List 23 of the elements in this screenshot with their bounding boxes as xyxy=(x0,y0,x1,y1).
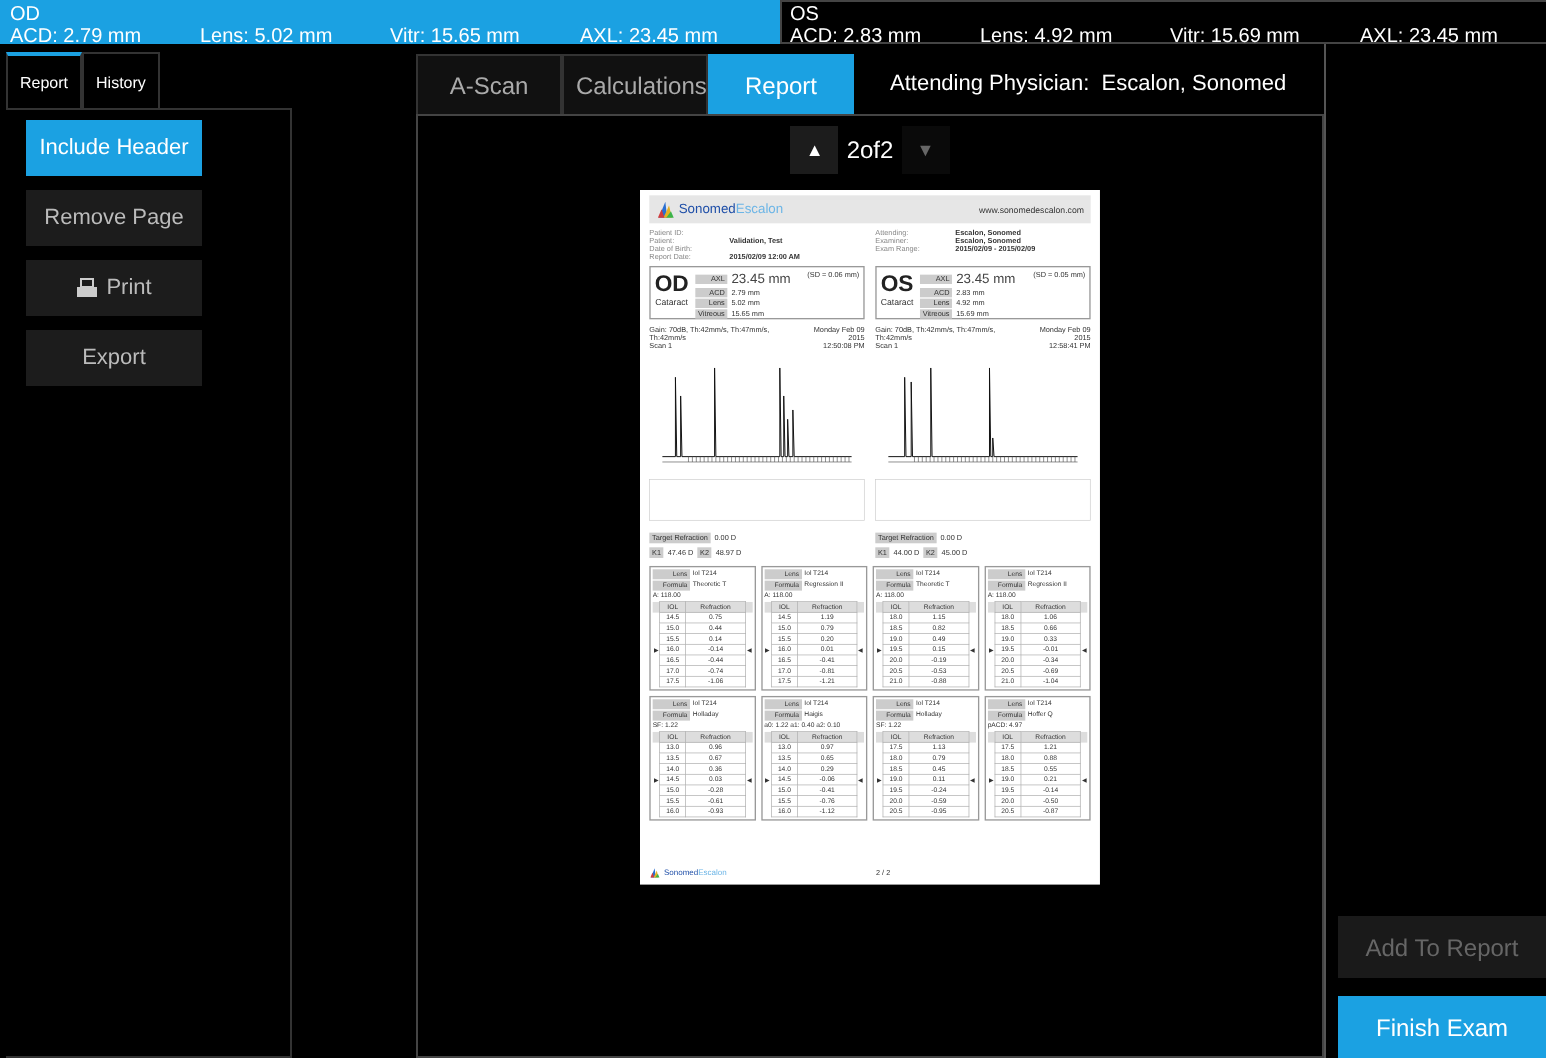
view-tab[interactable]: A-Scan xyxy=(416,54,562,114)
measure-value: AXL: 23.45 mm xyxy=(1360,26,1500,48)
measure-value: ACD: 2.83 mm xyxy=(790,26,924,48)
side-button[interactable]: Print xyxy=(26,260,202,316)
measure-value: Lens: 5.02 mm xyxy=(200,26,335,48)
eye-label: OD xyxy=(654,271,689,298)
side-button[interactable]: Export xyxy=(26,330,202,386)
eye-label: OS xyxy=(790,4,821,26)
side-tab[interactable]: Report xyxy=(6,52,83,108)
page-indicator: 2of2 xyxy=(846,136,894,164)
side-button[interactable]: Remove Page xyxy=(26,190,202,246)
attending-physician: Attending Physician: Escalon, Sonomed xyxy=(890,72,1287,96)
previous-page-button[interactable]: ▲ xyxy=(790,126,839,174)
eye-label: OD xyxy=(10,4,42,26)
measure-value: Vitr: 15.65 mm xyxy=(390,26,522,48)
measure-value: Vitr: 15.69 mm xyxy=(1170,26,1302,48)
measure-value: AXL: 23.45 mm xyxy=(580,26,720,48)
measure-value: ACD: 2.79 mm xyxy=(10,26,144,48)
view-tab[interactable]: Calculations xyxy=(562,54,708,114)
eye-measure-bar[interactable]: OS ACD: 2.83 mm Lens: 4.92 mm Vitr: 15.69 mm AXL: 23.45 mm xyxy=(780,0,1546,44)
side-tab[interactable]: History xyxy=(82,52,160,108)
eye-label: OS xyxy=(880,271,914,298)
measure-value: Lens: 4.92 mm xyxy=(980,26,1115,48)
